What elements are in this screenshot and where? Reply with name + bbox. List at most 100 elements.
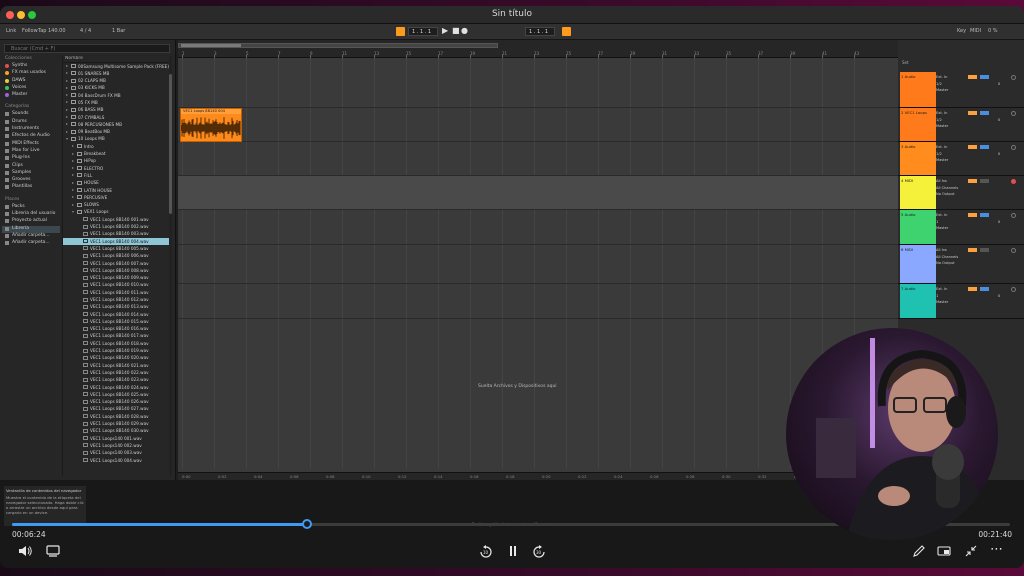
- file-list-row[interactable]: VEC1 Loops 8B140 007.wav: [63, 260, 172, 267]
- track-name[interactable]: 5 Audio: [901, 212, 915, 217]
- file-list-row[interactable]: VEC1 Loops 8B140 021.wav: [63, 362, 172, 369]
- category-item[interactable]: Max for Live: [2, 148, 60, 155]
- pause-icon[interactable]: [507, 544, 519, 562]
- file-list-row[interactable]: VEC1 Loops 8B140 019.wav: [63, 348, 172, 355]
- file-list-row[interactable]: ▸ SLOWS: [63, 202, 172, 209]
- arrangement-overdub-button[interactable]: [396, 27, 405, 36]
- track-io[interactable]: Ext. In 1/2 Master: [936, 74, 948, 94]
- collapse-icon[interactable]: [964, 544, 978, 562]
- file-list-row[interactable]: ▸ Intro: [63, 143, 172, 150]
- track-activator-button[interactable]: [968, 248, 977, 252]
- category-item[interactable]: Plug-Ins: [2, 155, 60, 162]
- track-io[interactable]: Ext. In 1/2 Master: [936, 144, 948, 164]
- io-in-select[interactable]: Ext. In: [936, 286, 948, 293]
- track-lane[interactable]: [178, 245, 898, 284]
- file-list-row[interactable]: VEC1 Loops140 003.wav: [63, 450, 172, 457]
- file-list-row[interactable]: ▸ 09 BeatBox MB: [63, 129, 172, 136]
- track-volume[interactable]: 0: [998, 220, 1000, 224]
- song-position-field[interactable]: 1 . 1 . 1: [408, 27, 438, 36]
- track-lane[interactable]: [178, 176, 898, 210]
- file-list-row[interactable]: VEC1 Loops 8B140 011.wav: [63, 289, 172, 296]
- track-header[interactable]: 5 Audio Ext. In 1 Master 0: [898, 210, 1024, 245]
- more-options-icon[interactable]: ⋯: [990, 542, 1003, 557]
- track-name[interactable]: 1 Audio: [901, 74, 915, 79]
- file-list-row[interactable]: VEC1 Loops 8B140 030.wav: [63, 428, 172, 435]
- file-list-row[interactable]: ▾ VEX1 Loops: [63, 209, 172, 216]
- file-list-row[interactable]: ▸ PERCUSIVE: [63, 194, 172, 201]
- arm-record-button[interactable]: [1011, 248, 1016, 253]
- track-activator-button[interactable]: [968, 75, 977, 79]
- track-activator-button[interactable]: [968, 213, 977, 217]
- collapsed-arrow-icon[interactable]: ▸: [66, 99, 68, 104]
- file-list-row[interactable]: VEC1 Loops 8B140 022.wav: [63, 369, 172, 376]
- file-list-row[interactable]: VEC1 Loops 8B140 004.wav: [63, 238, 172, 246]
- track-header[interactable]: 2 VEC1 Loops Ext. In 1/2 Master 0: [898, 108, 1024, 142]
- track-name[interactable]: 4 MIDI: [901, 178, 913, 183]
- file-list-row[interactable]: VEC1 Loops 8B140 023.wav: [63, 377, 172, 384]
- track-volume[interactable]: 0: [998, 118, 1000, 122]
- track-activator-button[interactable]: [968, 111, 977, 115]
- collapsed-arrow-icon[interactable]: ▸: [66, 63, 68, 68]
- track-io[interactable]: Ext. In 1 Master: [936, 286, 948, 306]
- track-header[interactable]: 3 Audio Ext. In 1/2 Master 0: [898, 142, 1024, 176]
- collapsed-arrow-icon[interactable]: ▸: [72, 187, 74, 192]
- io-in-select[interactable]: Ext. In: [936, 74, 948, 81]
- collapsed-arrow-icon[interactable]: ▸: [72, 194, 74, 199]
- quantize-menu[interactable]: 1 Bar: [112, 28, 125, 34]
- tap-button[interactable]: Tap: [38, 28, 46, 34]
- solo-button[interactable]: [980, 213, 989, 217]
- category-item[interactable]: Plantillas: [2, 184, 60, 191]
- stop-icon[interactable]: ■: [452, 26, 460, 35]
- expanded-arrow-icon[interactable]: ▾: [66, 136, 68, 141]
- volume-icon[interactable]: [18, 544, 32, 562]
- track-header[interactable]: 1 Audio Ext. In 1/2 Master 0: [898, 72, 1024, 108]
- file-list-row[interactable]: VEC1 Loops 8B140 009.wav: [63, 275, 172, 282]
- collapsed-arrow-icon[interactable]: ▸: [66, 107, 68, 112]
- file-list-row[interactable]: ▸ 05 FX MB: [63, 99, 172, 106]
- file-list-row[interactable]: ▸ HOUSE: [63, 180, 172, 187]
- beat-time-ruler[interactable]: 1 3 5 7 9 11 13 15 17 19 21 23 25 27 29 31 33 35 37 39 41 43: [178, 40, 898, 58]
- arm-record-button[interactable]: [1011, 287, 1016, 292]
- solo-button[interactable]: [980, 248, 989, 252]
- captions-icon[interactable]: [46, 544, 60, 562]
- track-lane[interactable]: [178, 108, 898, 142]
- record-icon[interactable]: ●: [461, 26, 468, 35]
- file-list-row[interactable]: VEC1 Loops 8B140 020.wav: [63, 355, 172, 362]
- arm-record-button[interactable]: [1011, 145, 1016, 150]
- track-lane[interactable]: [178, 284, 898, 319]
- category-item[interactable]: Clips: [2, 163, 60, 170]
- file-list-row[interactable]: ▸ 00Samsung Multisome Sample Pack (FREE): [63, 63, 172, 70]
- loop-switch-button[interactable]: [562, 27, 571, 36]
- play-icon[interactable]: ▶: [442, 26, 448, 35]
- name-column-header[interactable]: Nombre: [63, 56, 172, 63]
- midi-map-button[interactable]: MIDI: [970, 28, 981, 34]
- file-list-row[interactable]: VEC1 Loops140 002.wav: [63, 442, 172, 449]
- loop-brace[interactable]: [178, 43, 498, 48]
- solo-button[interactable]: [980, 145, 989, 149]
- progress-scrubber-handle[interactable]: [301, 519, 312, 529]
- io-out-select[interactable]: Master: [936, 225, 948, 232]
- track-name[interactable]: 7 Audio: [901, 286, 915, 291]
- file-list-row[interactable]: VEC1 Loops 8B140 003.wav: [63, 231, 172, 238]
- category-item[interactable]: Samples: [2, 170, 60, 177]
- collapsed-arrow-icon[interactable]: ▸: [72, 151, 74, 156]
- track-activator-button[interactable]: [968, 287, 977, 291]
- time-signature-field[interactable]: 4 / 4: [80, 28, 91, 34]
- collection-item[interactable]: Master: [2, 92, 60, 99]
- tempo-field[interactable]: 140.00: [48, 28, 66, 34]
- category-item[interactable]: Efectos de Audio: [2, 133, 60, 140]
- track-volume[interactable]: 0: [998, 82, 1000, 86]
- solo-button[interactable]: [980, 287, 989, 291]
- collapsed-arrow-icon[interactable]: ▸: [72, 172, 74, 177]
- key-map-button[interactable]: Key: [957, 28, 966, 34]
- file-list-row[interactable]: VEC1 Loops 8B140 005.wav: [63, 245, 172, 252]
- collapsed-arrow-icon[interactable]: ▸: [72, 180, 74, 185]
- track-header[interactable]: 7 Audio Ext. In 1 Master 0: [898, 284, 1024, 319]
- browser-scrollbar[interactable]: [169, 56, 172, 476]
- place-item[interactable]: Añadir carpeta...: [2, 240, 60, 247]
- file-list-row[interactable]: VEC1 Loops 8B140 026.wav: [63, 399, 172, 406]
- place-item[interactable]: Packs: [2, 204, 60, 211]
- track-io[interactable]: Ext. In 1 Master: [936, 212, 948, 232]
- collapsed-arrow-icon[interactable]: ▸: [72, 165, 74, 170]
- file-list-row[interactable]: VEC1 Loops 8B140 001.wav: [63, 216, 172, 223]
